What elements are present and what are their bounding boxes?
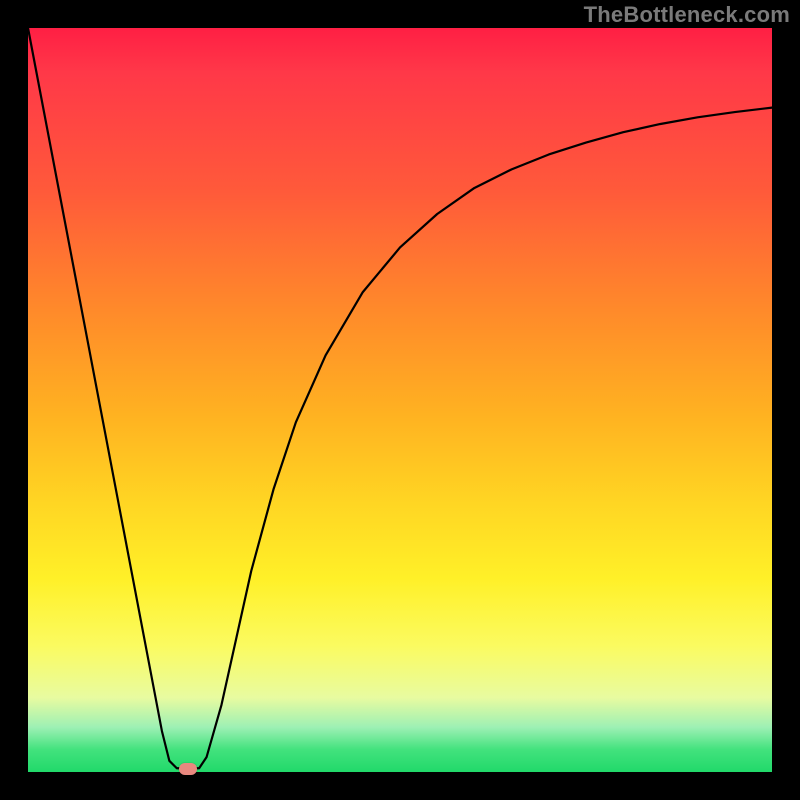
- watermark-text: TheBottleneck.com: [584, 2, 790, 28]
- curve-path: [28, 28, 772, 768]
- chart-frame: TheBottleneck.com: [0, 0, 800, 800]
- min-marker: [179, 763, 197, 775]
- bottleneck-curve: [28, 28, 772, 772]
